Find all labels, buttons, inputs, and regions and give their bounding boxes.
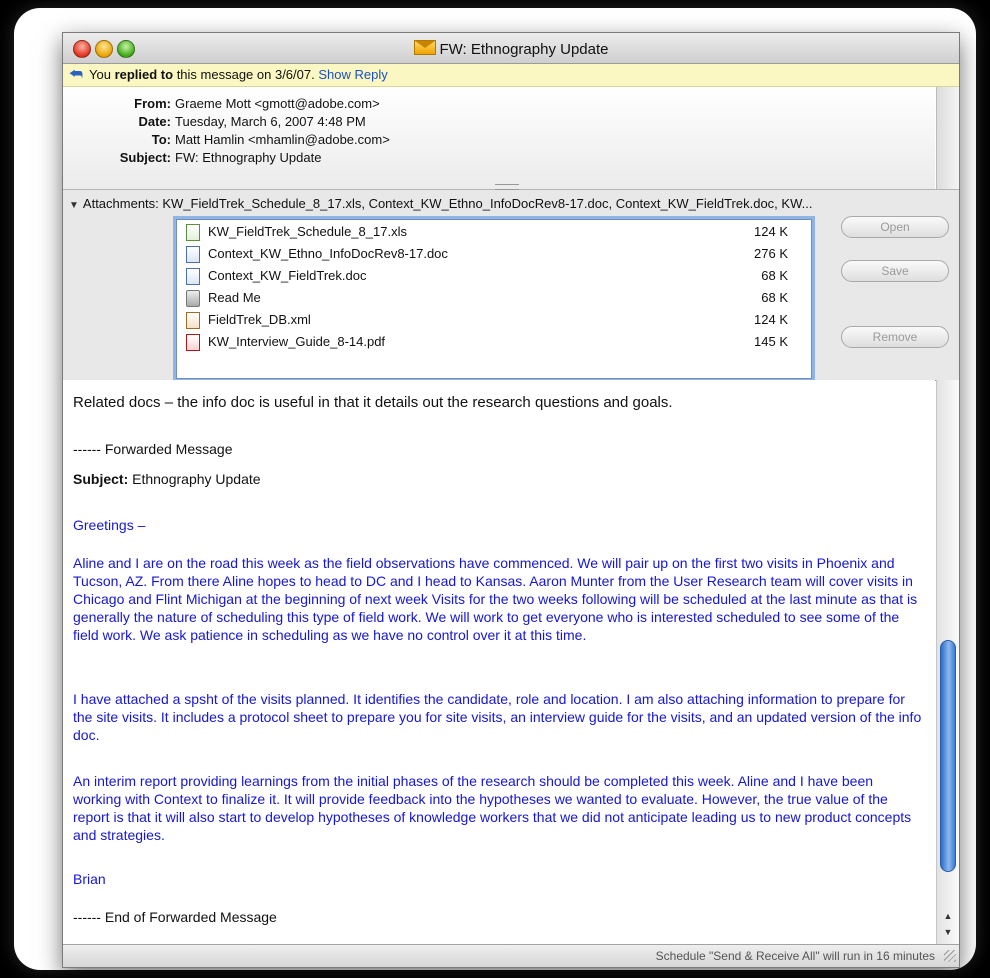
header-value-to[interactable]: Matt Hamlin <mhamlin@adobe.com> — [175, 131, 390, 149]
envelope-icon — [413, 40, 436, 55]
scroll-up-arrow-icon[interactable]: ▲ — [937, 908, 959, 924]
attachments-summary[interactable]: ▼ Attachments: KW_FieldTrek_Schedule_8_17… — [69, 196, 812, 211]
word-doc-icon — [186, 268, 200, 285]
readme-icon — [186, 290, 200, 307]
body-paragraph-1: Aline and I are on the road this week as… — [73, 555, 918, 643]
attachment-item[interactable]: KW_FieldTrek_Schedule_8_17.xls 124 K — [176, 221, 796, 243]
disclosure-triangle-icon[interactable]: ▼ — [69, 200, 79, 211]
header-value-from[interactable]: Graeme Mott <gmott@adobe.com> — [175, 95, 380, 113]
attachment-item[interactable]: Context_KW_FieldTrek.doc 68 K — [176, 265, 796, 287]
attachment-name: FieldTrek_DB.xml — [208, 312, 311, 327]
show-reply-link[interactable]: Show Reply — [318, 67, 387, 82]
header-value-subject: FW: Ethnography Update — [175, 150, 322, 165]
splitter-grip-icon — [495, 184, 519, 190]
screenshot-frame: FW: Ethnography Update ⮪ You replied to … — [14, 8, 976, 970]
forwarded-subject: Subject: Ethnography Update — [73, 470, 923, 488]
body-scrollbar[interactable]: ▲ ▼ — [936, 380, 959, 944]
attachment-item[interactable]: KW_Interview_Guide_8-14.pdf 145 K — [176, 331, 796, 353]
message-body[interactable]: Related docs – the info doc is useful in… — [63, 380, 935, 944]
reply-notice-bar: ⮪ You replied to this message on 3/6/07.… — [63, 64, 959, 87]
scrollbar-thumb[interactable] — [940, 640, 956, 872]
status-text: Schedule "Send & Receive All" will run i… — [655, 949, 935, 963]
reply-notice-prefix: You — [89, 67, 115, 82]
reply-notice-suffix: this message on 3/6/07. — [173, 67, 315, 82]
open-attachment-button[interactable]: Open — [841, 216, 949, 238]
word-doc-icon — [186, 246, 200, 263]
body-paragraph-2: I have attached a spsht of the visits pl… — [73, 691, 922, 743]
signature: Brian — [73, 871, 106, 887]
pane-splitter[interactable] — [63, 182, 959, 192]
attachment-item[interactable]: Read Me 68 K — [176, 287, 796, 309]
forwarded-end: ------ End of Forwarded Message — [73, 909, 277, 925]
attachment-size: 124 K — [754, 312, 788, 327]
forwarded-subject-value: Ethnography Update — [128, 471, 261, 487]
attachment-name: KW_FieldTrek_Schedule_8_17.xls — [208, 224, 407, 239]
remove-attachment-button[interactable]: Remove — [841, 326, 949, 348]
resize-grip-icon[interactable] — [944, 950, 956, 962]
body-paragraph-3: An interim report providing learnings fr… — [73, 773, 912, 843]
attachment-name: Read Me — [208, 290, 261, 305]
status-bar: Schedule "Send & Receive All" will run i… — [63, 944, 959, 967]
save-attachment-button[interactable]: Save — [841, 260, 949, 282]
attachment-size: 276 K — [754, 246, 788, 261]
xml-file-icon — [186, 312, 200, 329]
header-value-date: Tuesday, March 6, 2007 4:48 PM — [175, 114, 366, 129]
attachment-size: 124 K — [754, 224, 788, 239]
header-label: Subject: — [119, 150, 171, 165]
greeting: Greetings – — [73, 517, 146, 533]
header-label: Date: — [138, 114, 171, 129]
forwarded-subject-label: Subject: — [73, 471, 129, 487]
reply-arrow-icon: ⮪ — [69, 66, 83, 83]
title-bar[interactable]: FW: Ethnography Update — [63, 33, 959, 64]
intro-paragraph: Related docs – the info doc is useful in… — [73, 394, 673, 411]
attachment-item[interactable]: FieldTrek_DB.xml 124 K — [176, 309, 796, 331]
attachment-size: 68 K — [761, 268, 788, 283]
message-window: FW: Ethnography Update ⮪ You replied to … — [62, 32, 960, 968]
scroll-down-arrow-icon[interactable]: ▼ — [937, 924, 959, 940]
attachment-name: Context_KW_Ethno_InfoDocRev8-17.doc — [208, 246, 448, 261]
attachment-name: Context_KW_FieldTrek.doc — [208, 268, 367, 283]
window-title: FW: Ethnography Update — [439, 41, 609, 58]
pdf-file-icon — [186, 334, 200, 351]
header-label: To: — [151, 132, 171, 147]
attachment-size: 68 K — [761, 290, 788, 305]
attachment-size: 145 K — [754, 334, 788, 349]
xls-file-icon — [186, 224, 200, 241]
attachment-name: KW_Interview_Guide_8-14.pdf — [208, 334, 386, 349]
attachments-summary-text: Attachments: KW_FieldTrek_Schedule_8_17.… — [82, 196, 813, 211]
reply-notice-bold: replied to — [114, 67, 174, 82]
attachment-item[interactable]: Context_KW_Ethno_InfoDocRev8-17.doc 276 … — [176, 243, 796, 265]
attachment-list[interactable]: KW_FieldTrek_Schedule_8_17.xls 124 K Con… — [173, 216, 815, 382]
forwarded-start: ------ Forwarded Message — [73, 441, 233, 457]
header-label: From: — [134, 96, 171, 111]
attachments-panel: ▼ Attachments: KW_FieldTrek_Schedule_8_17… — [63, 184, 959, 382]
